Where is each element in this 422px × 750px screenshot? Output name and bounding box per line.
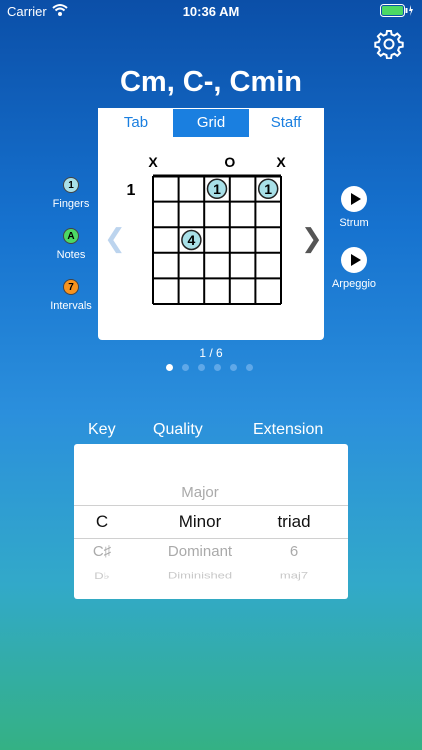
page-dot[interactable]	[246, 364, 253, 371]
intervals-label: Intervals	[50, 300, 92, 312]
play-icon	[341, 186, 367, 212]
tab-grid[interactable]: Grid	[174, 109, 249, 137]
fingers-label: Fingers	[52, 198, 90, 210]
picker-header-extension: Extension	[253, 421, 324, 438]
page-indicator-label: 1 / 6	[199, 346, 223, 360]
view-segmented-control: Tab Grid Staff	[98, 108, 324, 138]
status-bar: Carrier 10:36 AM	[0, 0, 422, 22]
key-option[interactable]: D♭	[74, 570, 130, 581]
fingers-toggle[interactable]: 1 Fingers	[31, 177, 111, 210]
chord-picker[interactable]: Major C Minor triad C♯ Dominant 6 D♭ Dim…	[74, 444, 348, 599]
notes-label: Notes	[56, 249, 86, 261]
base-fret-label: 1	[127, 182, 136, 199]
status-time: 10:36 AM	[182, 4, 240, 19]
quality-option[interactable]: Dominant	[130, 543, 270, 560]
fingers-badge-icon: 1	[63, 177, 79, 193]
chord-title: Cm, C-, Cmin	[119, 66, 303, 98]
page-dots[interactable]	[166, 364, 253, 371]
page-dot[interactable]	[166, 364, 173, 371]
picker-header-quality: Quality	[153, 421, 203, 438]
string-marker: X	[276, 154, 286, 170]
strum-button[interactable]: Strum	[319, 186, 389, 229]
tab-tab[interactable]: Tab	[99, 109, 174, 137]
page-dot[interactable]	[182, 364, 189, 371]
notes-toggle[interactable]: A Notes	[31, 228, 111, 261]
chord-diagram: X O X1 1 14	[127, 154, 286, 305]
string-marker: O	[224, 154, 235, 170]
extension-option[interactable]: maj7	[264, 570, 324, 581]
finger-dot-label: 4	[188, 232, 196, 248]
page-dot[interactable]	[214, 364, 221, 371]
notes-badge-icon: A	[63, 228, 79, 244]
tab-staff[interactable]: Staff	[249, 109, 323, 137]
picker-header-key: Key	[88, 421, 116, 438]
strum-label: Strum	[339, 217, 369, 229]
quality-option[interactable]: Major	[130, 484, 270, 501]
page-dot[interactable]	[198, 364, 205, 371]
page-dot[interactable]	[230, 364, 237, 371]
picker-selection-line	[74, 538, 348, 539]
intervals-toggle[interactable]: 7 Intervals	[31, 279, 111, 312]
quality-selected[interactable]: Minor	[130, 512, 270, 532]
gear-icon[interactable]	[374, 29, 404, 59]
key-option[interactable]: C♯	[74, 543, 130, 560]
finger-dot-label: 1	[213, 181, 221, 197]
extension-selected[interactable]: triad	[264, 512, 324, 532]
intervals-badge-icon: 7	[63, 279, 79, 295]
battery-icon	[380, 4, 413, 17]
chord-card: XOX1114	[98, 138, 324, 340]
extension-option[interactable]: 6	[264, 543, 324, 560]
play-icon	[341, 247, 367, 273]
picker-selection-line	[74, 505, 348, 506]
arpeggio-button[interactable]: Arpeggio	[319, 247, 389, 290]
quality-option[interactable]: Diminished	[130, 570, 270, 581]
string-marker: X	[148, 154, 158, 170]
arpeggio-label: Arpeggio	[331, 278, 377, 290]
key-selected[interactable]: C	[74, 512, 130, 532]
finger-dot-label: 1	[264, 181, 272, 197]
